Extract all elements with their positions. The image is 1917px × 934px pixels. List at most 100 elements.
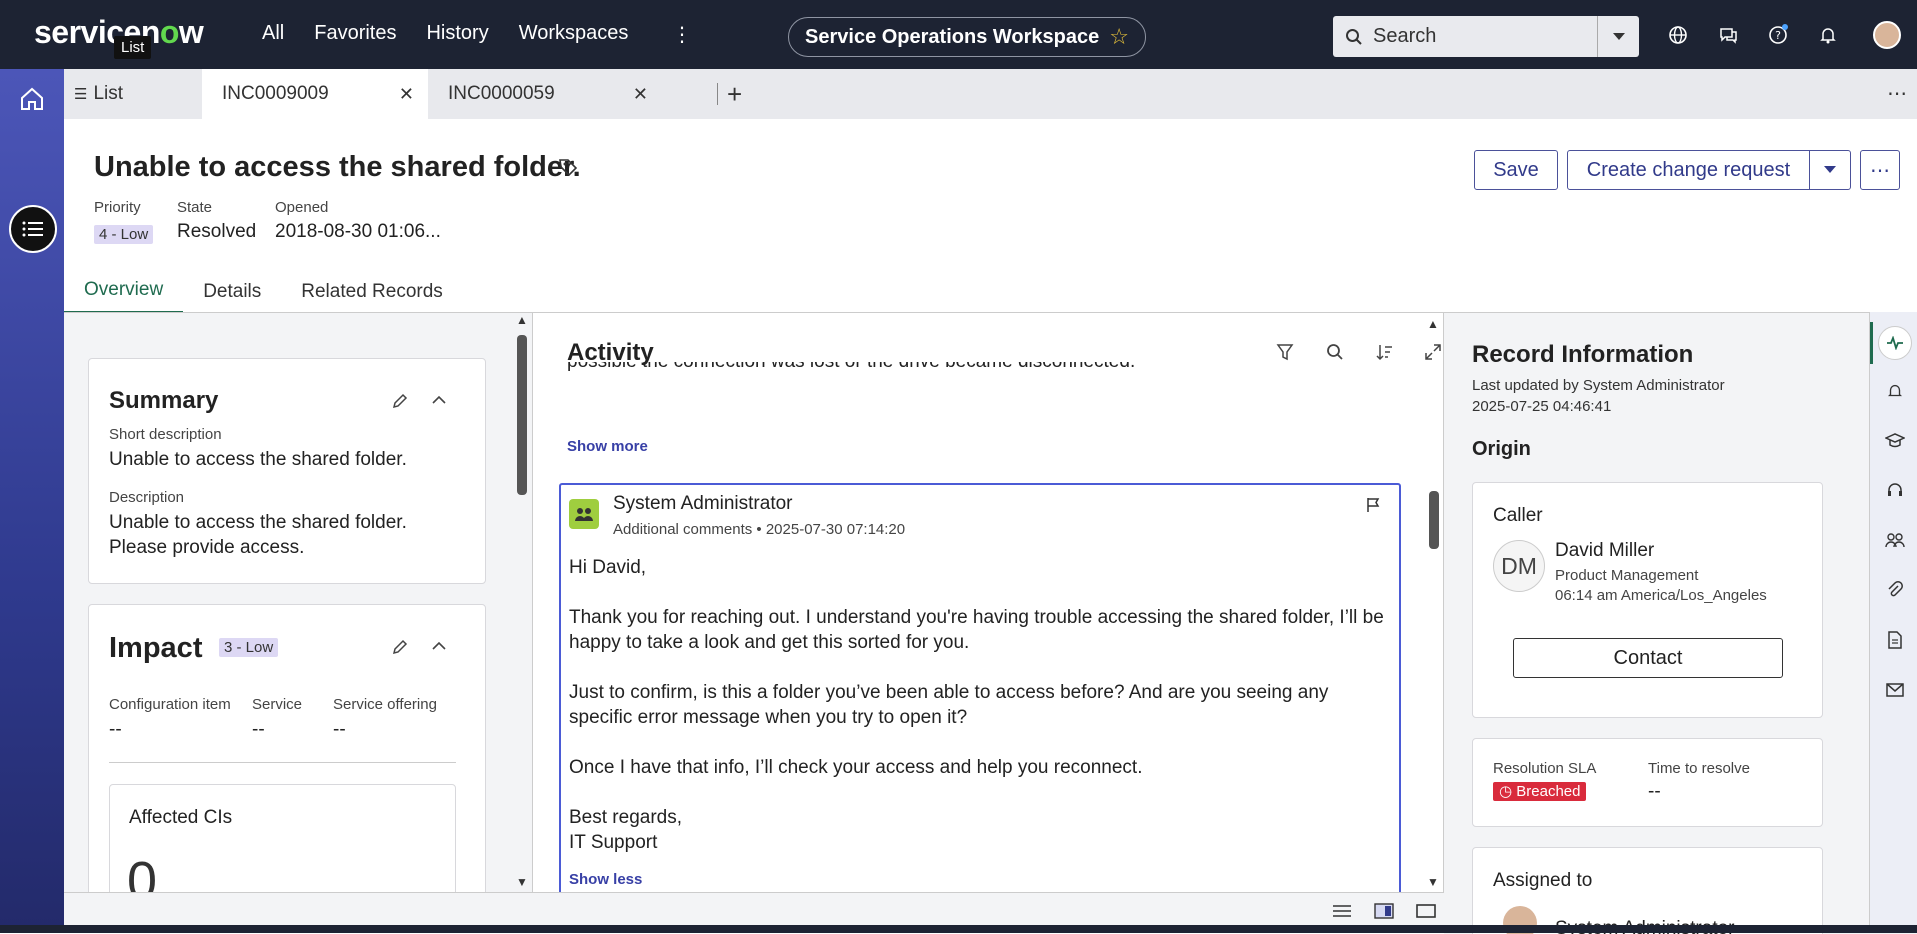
people-icon[interactable] (1884, 529, 1906, 551)
resolution-sla-label: Resolution SLA (1493, 760, 1597, 777)
affected-cis-card[interactable]: Affected CIs 0 (109, 784, 456, 893)
caller-name[interactable]: David Miller (1555, 538, 1654, 563)
scroll-down-icon[interactable]: ▼ (516, 875, 528, 889)
service-value: -- (252, 719, 265, 740)
workspace-selector[interactable]: Service Operations Workspace ☆ (788, 17, 1146, 57)
close-icon[interactable]: ✕ (633, 84, 648, 105)
active-indicator (1870, 322, 1873, 364)
svg-text:?: ? (1775, 29, 1781, 42)
star-icon[interactable]: ☆ (1109, 24, 1129, 50)
tag-icon[interactable] (558, 157, 578, 183)
service-offering-value: -- (333, 719, 346, 740)
flag-icon[interactable] (1365, 497, 1381, 518)
sort-icon[interactable] (1375, 343, 1393, 367)
document-icon[interactable] (1884, 629, 1906, 651)
activity-panel: Activity possible the connection was los… (532, 313, 1444, 893)
short-description-value: Unable to access the shared folder. (109, 449, 407, 470)
search-icon[interactable] (1326, 343, 1344, 367)
more-horizontal-icon[interactable]: ⋯ (1887, 81, 1907, 106)
logo-text-part: servic (34, 14, 124, 50)
nav-workspaces[interactable]: Workspaces (519, 22, 629, 45)
clock-icon: ◷ (1499, 783, 1517, 800)
expand-icon[interactable] (1424, 343, 1442, 367)
logo-text-part: w (178, 14, 204, 50)
tab-list[interactable]: ☰ List (74, 69, 204, 119)
graduation-cap-icon[interactable] (1884, 430, 1906, 452)
activity-pulse-icon[interactable] (1878, 326, 1912, 360)
create-change-request-button[interactable]: Create change request (1567, 150, 1810, 190)
more-actions-button[interactable]: ⋯ (1860, 150, 1900, 190)
tab-details[interactable]: Details (183, 269, 281, 314)
window-bottom-strip (0, 925, 1917, 933)
list-icon[interactable] (9, 205, 57, 253)
service-label: Service (252, 696, 303, 713)
scroll-up-icon[interactable]: ▲ (1427, 317, 1439, 331)
split-view-icon[interactable] (1374, 903, 1394, 924)
breached-badge: ◷ Breached (1493, 782, 1587, 801)
impact-badge-wrap: 3 - Low (219, 638, 279, 657)
bell-icon[interactable] (1884, 380, 1906, 402)
record-title: Unable to access the shared folder. (94, 151, 581, 183)
opened-value: 2018-08-30 01:06... (275, 221, 441, 242)
scroll-up-icon[interactable]: ▲ (516, 313, 528, 327)
single-view-icon[interactable] (1416, 903, 1436, 924)
edit-icon[interactable] (391, 392, 409, 415)
close-icon[interactable]: ✕ (399, 84, 414, 105)
short-description-label: Short description (109, 426, 222, 443)
nav-favorites[interactable]: Favorites (314, 22, 396, 45)
tab-inc0009009[interactable]: INC0009009 ✕ (202, 69, 428, 119)
save-button[interactable]: Save (1474, 150, 1558, 190)
tab-label: INC0000059 (448, 83, 555, 104)
tab-label: List (93, 83, 124, 104)
tab-inc0000059[interactable]: INC0000059 ✕ (428, 69, 716, 119)
more-vertical-icon[interactable]: ⋮ (672, 22, 692, 47)
comment-paragraph: Once I have that info, I’ll check your a… (569, 757, 1143, 778)
global-search[interactable]: Search (1333, 16, 1597, 57)
home-icon[interactable] (18, 85, 46, 113)
nav-all[interactable]: All (262, 22, 284, 45)
add-tab-icon[interactable]: + (727, 79, 742, 110)
create-change-dropdown[interactable] (1809, 150, 1851, 190)
chevron-up-icon[interactable] (431, 392, 447, 413)
caller-card: Caller DM David Miller Product Managemen… (1472, 482, 1823, 718)
assigned-to-label: Assigned to (1493, 870, 1593, 891)
scrollbar-thumb[interactable] (517, 335, 527, 495)
priority-value: 4 - Low (94, 223, 154, 245)
chevron-up-icon[interactable] (431, 638, 447, 659)
comment-signature: IT Support (569, 832, 658, 853)
contact-button[interactable]: Contact (1513, 638, 1783, 678)
activity-scrollbar-thumb[interactable] (1429, 491, 1439, 549)
record-body: Summary Short description Unable to acce… (64, 312, 1917, 934)
list-small-icon: ☰ (74, 86, 88, 103)
edit-icon[interactable] (391, 638, 409, 661)
scroll-down-icon[interactable]: ▼ (1427, 875, 1439, 889)
sla-card: Resolution SLA ◷ Breached Time to resolv… (1472, 738, 1823, 827)
affected-cis-count: 0 (127, 851, 158, 893)
summary-title: Summary (109, 387, 219, 414)
chat-icon[interactable] (1717, 24, 1739, 46)
search-icon (1346, 28, 1362, 45)
comment-meta: Additional comments • 2025-07-30 07:14:2… (613, 521, 905, 538)
left-rail (0, 69, 64, 933)
tab-label: INC0009009 (222, 83, 329, 104)
filter-icon[interactable] (1276, 343, 1294, 367)
show-less-link[interactable]: Show less (569, 871, 642, 888)
headset-icon[interactable] (1884, 479, 1906, 501)
search-scope-dropdown[interactable] (1597, 16, 1639, 57)
tab-overview[interactable]: Overview (64, 269, 184, 314)
email-icon[interactable] (1884, 679, 1906, 701)
list-view-icon[interactable] (1332, 903, 1352, 924)
help-icon[interactable]: ? (1767, 24, 1789, 46)
chevron-down-icon (1612, 32, 1625, 40)
impact-title: Impact (109, 632, 203, 664)
record-header: Unable to access the shared folder. Prio… (64, 119, 1917, 314)
paperclip-icon[interactable] (1884, 579, 1906, 601)
user-avatar[interactable] (1873, 21, 1901, 49)
show-more-link[interactable]: Show more (567, 438, 648, 455)
nav-history[interactable]: History (426, 22, 488, 45)
tab-related-records[interactable]: Related Records (281, 269, 463, 314)
left-scrollbar[interactable] (517, 323, 527, 883)
globe-icon[interactable] (1667, 24, 1689, 46)
bell-icon[interactable] (1817, 24, 1839, 46)
opened-label: Opened (275, 199, 329, 216)
